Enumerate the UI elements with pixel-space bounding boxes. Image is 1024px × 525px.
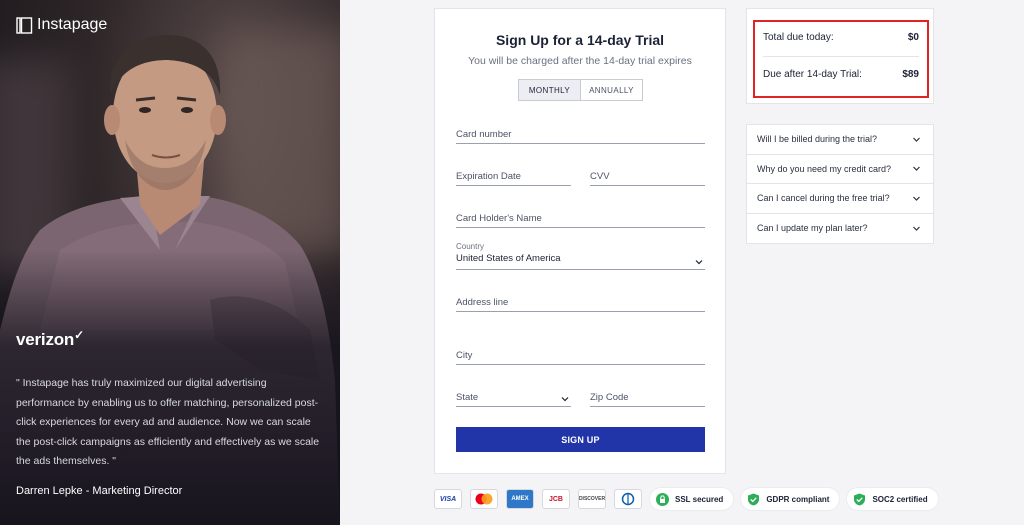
discover-icon: DISCOVER <box>578 489 606 509</box>
zip-field[interactable]: Zip Code <box>590 390 705 407</box>
chevron-down-icon <box>913 226 920 231</box>
state-select[interactable]: State <box>456 390 571 407</box>
faq-item[interactable]: Can I update my plan later? <box>747 214 933 244</box>
soc2-label: SOC2 certified <box>872 494 928 504</box>
visa-icon: VISA <box>434 489 462 509</box>
divider <box>763 56 919 57</box>
gdpr-label: GDPR compliant <box>766 494 830 504</box>
cvv-placeholder: CVV <box>590 171 610 182</box>
total-today-label: Total due today: <box>763 32 834 43</box>
total-after-label: Due after 14-day Trial: <box>763 69 862 80</box>
ssl-label: SSL secured <box>675 494 724 504</box>
city-placeholder: City <box>456 350 473 361</box>
trust-badges: VISA AMEX JCB DISCOVER SSL secured GDPR … <box>434 488 938 510</box>
card-holder-field[interactable]: Card Holder's Name <box>456 211 705 228</box>
state-placeholder: State <box>456 392 479 403</box>
brand-name: Instapage <box>37 16 108 33</box>
verizon-logo: verizon✓ <box>16 328 84 350</box>
expiration-date-field[interactable]: Expiration Date <box>456 169 571 186</box>
totals-highlight: Total due today: $0 Due after 14-day Tri… <box>753 20 929 98</box>
shield-check-icon <box>854 493 866 505</box>
form-subtitle: You will be charged after the 14-day tri… <box>468 55 692 67</box>
chevron-down-icon <box>561 397 569 402</box>
city-field[interactable]: City <box>456 348 705 365</box>
address-placeholder: Address line <box>456 297 509 308</box>
ssl-badge: SSL secured <box>650 488 734 510</box>
mastercard-icon <box>470 489 498 509</box>
faq-item[interactable]: Will I be billed during the trial? <box>747 125 933 155</box>
total-today-value: $0 <box>907 32 919 43</box>
card-holder-placeholder: Card Holder's Name <box>456 213 542 224</box>
testimonial-hero: Instapage verizon✓ " Instapage has truly… <box>0 0 340 525</box>
instapage-logo[interactable]: Instapage <box>16 16 107 34</box>
annually-option[interactable]: ANNUALLY <box>581 80 642 100</box>
faq-list: Will I be billed during the trial? Why d… <box>746 124 934 244</box>
signup-button[interactable]: SIGN UP <box>456 427 705 452</box>
lock-icon <box>656 492 669 506</box>
total-after-value: $89 <box>902 69 919 80</box>
chevron-down-icon <box>913 166 920 172</box>
signup-form: Sign Up for a 14-day Trial You will be c… <box>434 8 726 474</box>
totals-box: Total due today: $0 Due after 14-day Tri… <box>746 8 934 104</box>
shield-check-icon <box>748 493 760 505</box>
gdpr-badge: GDPR compliant <box>741 488 840 510</box>
company-name: verizon <box>16 330 75 349</box>
total-after-row: Due after 14-day Trial: $89 <box>763 69 919 80</box>
cvv-field[interactable]: CVV <box>590 169 705 186</box>
faq-question: Why do you need my credit card? <box>757 163 892 174</box>
check-icon: ✓ <box>74 328 84 342</box>
amex-icon: AMEX <box>506 489 534 509</box>
form-title: Sign Up for a 14-day Trial <box>495 32 665 48</box>
expiration-date-placeholder: Expiration Date <box>456 171 521 182</box>
monthly-option[interactable]: MONTHLY <box>519 80 581 100</box>
chevron-down-icon <box>913 196 920 201</box>
card-number-placeholder: Card number <box>456 129 512 140</box>
faq-item[interactable]: Can I cancel during the free trial? <box>747 184 933 214</box>
zip-placeholder: Zip Code <box>590 392 629 403</box>
mastercard-circles-icon <box>475 493 493 505</box>
total-today-row: Total due today: $0 <box>763 32 919 43</box>
faq-item[interactable]: Why do you need my credit card? <box>747 155 933 184</box>
jcb-icon: JCB <box>542 489 570 509</box>
chevron-down-icon <box>913 137 920 142</box>
chevron-down-icon <box>695 260 703 265</box>
country-select[interactable]: Country United States of America <box>456 242 705 270</box>
faq-question: Can I update my plan later? <box>757 223 868 234</box>
testimonial-quote: " Instapage has truly maximized our digi… <box>16 377 320 467</box>
faq-question: Will I be billed during the trial? <box>757 134 878 145</box>
card-number-field[interactable]: Card number <box>456 127 705 144</box>
diners-icon <box>614 489 642 509</box>
instapage-logo-icon <box>16 16 33 34</box>
country-value: United States of America <box>456 253 561 264</box>
testimonial-author: Darren Lepke - Marketing Director <box>16 485 183 497</box>
faq-question: Can I cancel during the free trial? <box>757 193 890 204</box>
country-label: Country <box>456 242 485 251</box>
soc2-badge: SOC2 certified <box>847 488 938 510</box>
address-field[interactable]: Address line <box>456 295 705 312</box>
diners-circle-icon <box>621 492 635 506</box>
billing-toggle: MONTHLY ANNUALLY <box>518 79 643 101</box>
